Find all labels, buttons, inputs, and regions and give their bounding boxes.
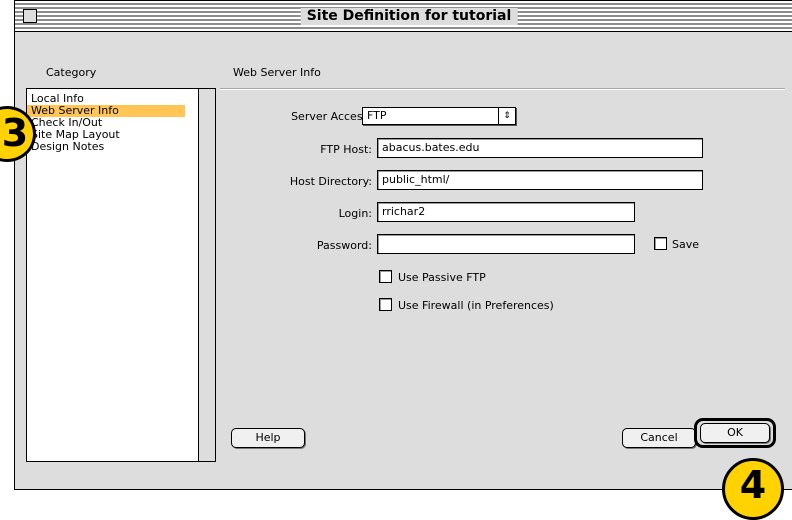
passive-ftp-checkbox[interactable] [379,270,392,283]
category-item-design-notes[interactable]: Design Notes [27,141,185,153]
step-4-callout-badge: 4 [722,458,784,520]
ftp-host-label: FTP Host: [320,143,372,156]
login-label: Login: [338,207,372,220]
firewall-checkbox[interactable] [379,298,392,311]
step-4-number: 4 [739,463,767,507]
host-directory-label: Host Directory: [289,175,372,188]
passive-ftp-label: Use Passive FTP [398,271,486,284]
server-access-label: Server Access: [291,110,372,123]
step-3-number: 3 [1,111,29,155]
ok-button[interactable]: OK [700,423,770,443]
save-checkbox-label: Save [672,238,700,251]
category-heading: Category [46,66,97,79]
host-directory-field[interactable]: public_html/ [377,170,703,190]
ftp-host-field[interactable]: abacus.bates.edu [377,138,703,158]
category-scrollbar[interactable] [198,89,215,461]
help-button[interactable]: Help [231,428,305,448]
popup-arrows-icon: ⇕ [498,108,515,124]
category-list[interactable]: Local Info Web Server Info Check In/Out … [26,88,216,462]
firewall-label: Use Firewall (in Preferences) [398,299,554,312]
password-field[interactable] [377,234,635,254]
login-field[interactable]: rrichar2 [377,202,635,222]
panel-divider [220,88,785,90]
server-access-select[interactable]: FTP ⇕ [362,107,516,125]
cancel-button[interactable]: Cancel [622,428,696,448]
password-label: Password: [316,239,372,252]
save-checkbox[interactable] [654,237,667,250]
panel-heading: Web Server Info [233,66,321,79]
title-bar[interactable]: Site Definition for tutorial [15,1,792,32]
server-access-value: FTP [367,109,387,122]
window-title: Site Definition for tutorial [300,8,518,25]
close-box-icon[interactable] [23,9,37,23]
